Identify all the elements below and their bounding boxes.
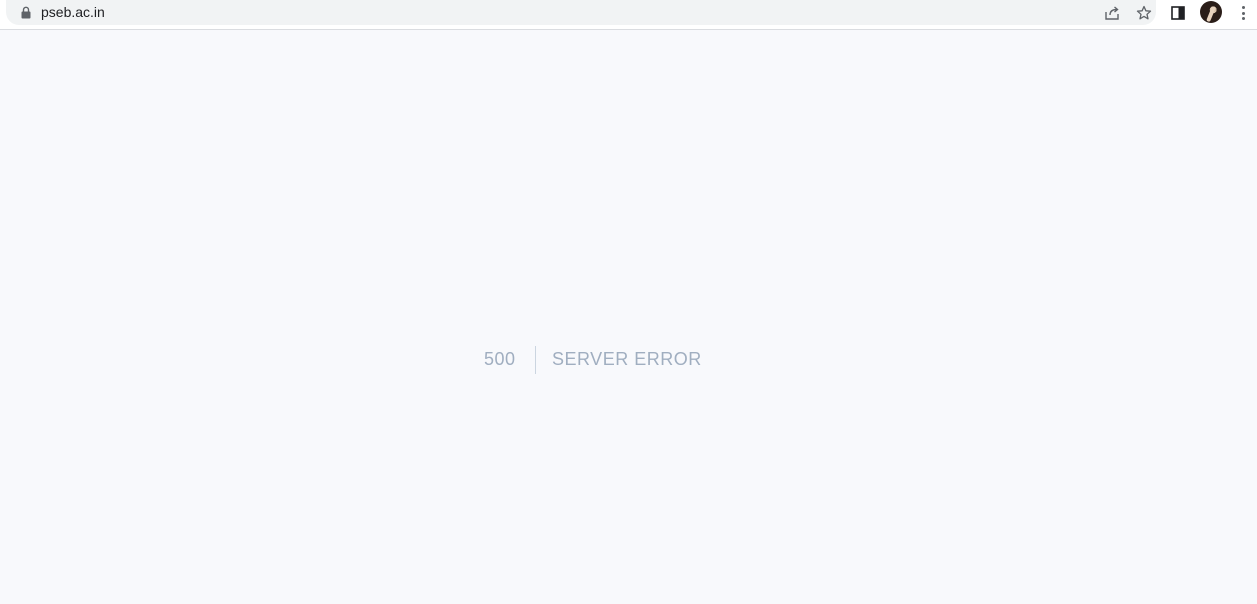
avatar[interactable] [1200, 1, 1222, 23]
error-divider [535, 346, 536, 374]
lock-icon[interactable] [20, 6, 32, 19]
share-icon[interactable] [1102, 3, 1122, 23]
error-message: SERVER ERROR [552, 349, 702, 369]
star-icon[interactable] [1134, 3, 1154, 23]
side-panel-icon[interactable] [1168, 3, 1188, 23]
browser-toolbar: pseb.ac.in [0, 0, 1257, 30]
error-code: 500 [484, 349, 516, 369]
kebab-menu-icon[interactable] [1236, 4, 1250, 22]
address-bar[interactable]: pseb.ac.in [6, 0, 1156, 25]
error-container: 500 SERVER ERROR [0, 346, 1180, 374]
address-bar-url[interactable]: pseb.ac.in [41, 4, 105, 20]
